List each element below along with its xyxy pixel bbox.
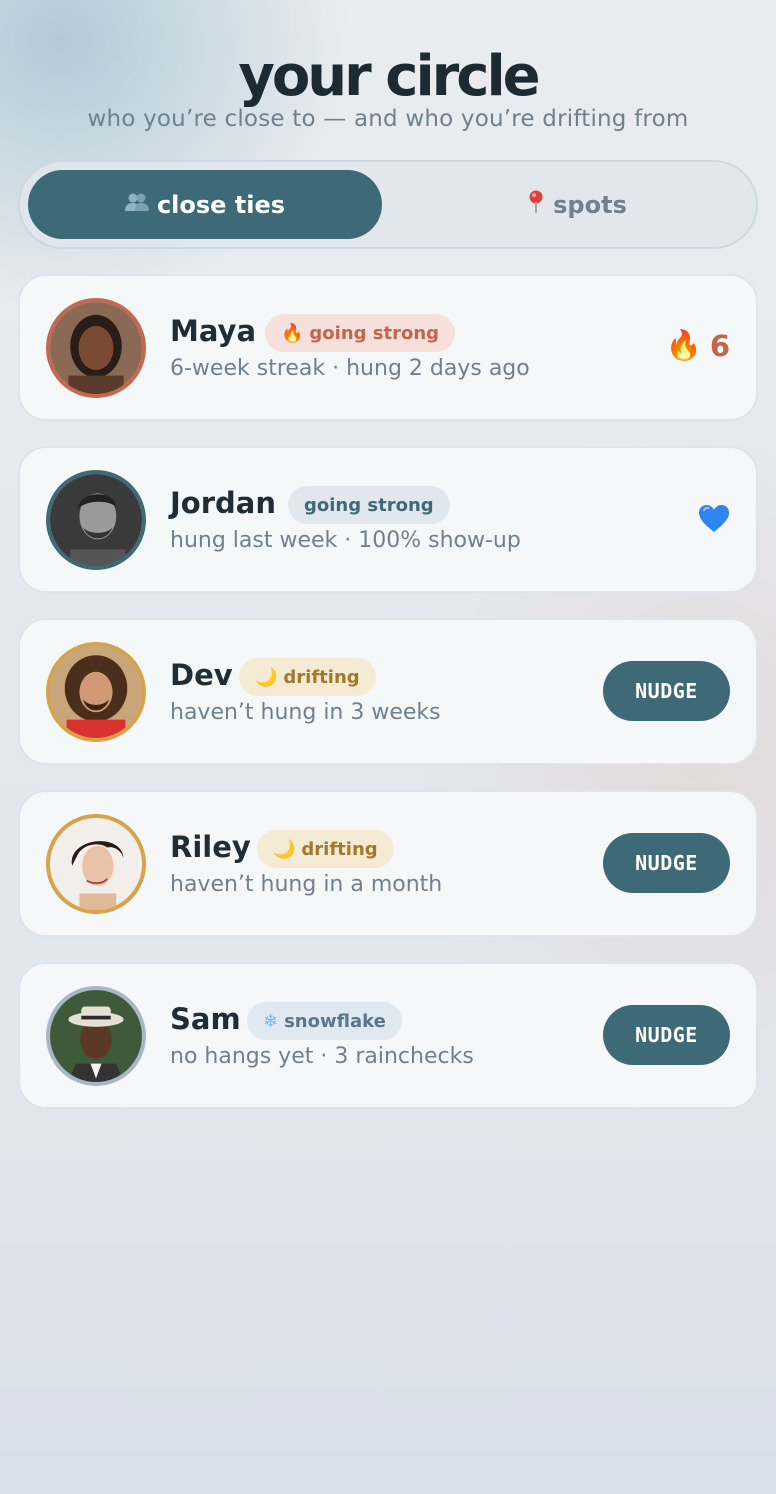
friend-card[interactable]: Sam ❄ snowflake no hangs yet · 3 rainche…	[18, 962, 758, 1109]
nudge-button[interactable]: NUDGE	[603, 1005, 730, 1065]
friend-name: Sam	[170, 1002, 241, 1036]
status-badge: going strong	[288, 486, 450, 524]
friend-meta: no hangs yet · 3 rainchecks	[170, 1044, 474, 1069]
tab-spots[interactable]: spots	[400, 170, 754, 239]
avatar	[46, 298, 146, 398]
status-badge: 🔥 going strong	[265, 314, 456, 352]
tab-label: close ties	[156, 190, 286, 219]
friend-meta: haven’t hung in a month	[170, 872, 443, 897]
snowflake-icon: ❄	[263, 1010, 279, 1032]
status-badge: 🌙 drifting	[257, 830, 394, 868]
moon-icon: 🌙	[255, 666, 278, 688]
page-subtitle: who you’re close to — and who you’re dri…	[87, 106, 689, 132]
fire-icon: 🔥	[281, 322, 304, 344]
friend-meta: 6-week streak · hung 2 days ago	[170, 356, 530, 381]
friend-meta: haven’t hung in 3 weeks	[170, 700, 441, 725]
moon-icon: 🌙	[273, 838, 296, 860]
segmented-tabs: close ties spots	[18, 160, 758, 249]
avatar	[46, 470, 146, 570]
tab-label: spots	[553, 190, 627, 219]
tab-close-ties[interactable]: close ties	[28, 170, 382, 239]
blue-heart-icon	[699, 505, 729, 532]
friend-card[interactable]: Riley 🌙 drifting haven’t hung in a month…	[18, 790, 758, 937]
friend-meta: hung last week · 100% show-up	[170, 528, 521, 553]
avatar	[46, 814, 146, 914]
friend-name: Dev	[170, 658, 233, 692]
friend-card[interactable]: Jordan going strong hung last week · 100…	[18, 446, 758, 593]
friend-name: Maya	[170, 314, 257, 348]
friend-name: Riley	[170, 830, 251, 864]
page-title: your circle	[238, 44, 540, 109]
status-badge: 🌙 drifting	[239, 658, 376, 696]
fire-icon: 🔥	[665, 328, 702, 362]
nudge-button[interactable]: NUDGE	[603, 833, 730, 893]
friend-card[interactable]: Dev 🌙 drifting haven’t hung in 3 weeks N…	[18, 618, 758, 765]
pin-icon	[527, 190, 545, 219]
status-badge: ❄ snowflake	[247, 1002, 402, 1040]
friend-name: Jordan	[170, 486, 276, 520]
page-header: your circle who you’re close to — and wh…	[0, 44, 776, 132]
friend-card[interactable]: Maya 🔥 going strong 6-week streak · hung…	[18, 274, 758, 421]
nudge-button[interactable]: NUDGE	[603, 661, 730, 721]
streak-count: 🔥 6	[665, 328, 730, 363]
people-icon	[124, 192, 149, 217]
avatar	[46, 986, 146, 1086]
avatar	[46, 642, 146, 742]
